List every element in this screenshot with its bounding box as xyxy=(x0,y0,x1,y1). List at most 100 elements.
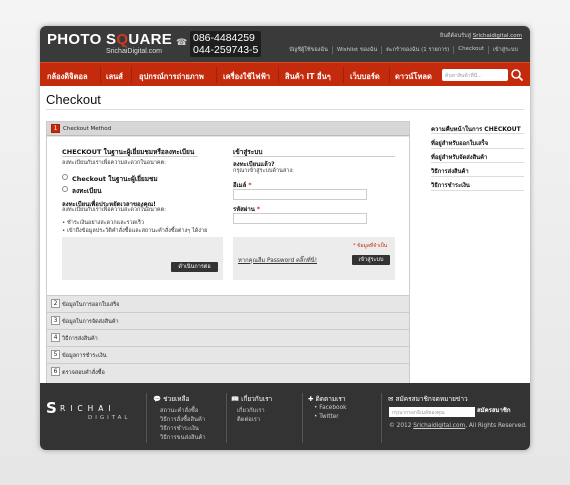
footer-logo-s: S xyxy=(46,399,57,417)
progress-item-payment: วิธีการชำระเงิน xyxy=(431,183,470,189)
footer-link-contact[interactable]: ติดต่อเรา xyxy=(237,414,260,424)
footer-link-facebook-text: Facebook xyxy=(319,405,347,411)
step-4-label: วิธีการส่งสินค้า xyxy=(62,336,98,342)
search-icon[interactable] xyxy=(510,68,524,82)
step-3-number: 3 xyxy=(51,316,60,325)
sidebar-divider xyxy=(431,148,524,149)
newsletter-email-input[interactable]: กรุณากรอกอีเมล์ของคุณ xyxy=(389,407,475,417)
logo-text-o: Q xyxy=(116,31,129,48)
footer-divider xyxy=(381,393,382,443)
forgot-password-link[interactable]: หากคุณลืม Password คลิ๊กที่นี่! xyxy=(238,255,317,265)
footer-logo-subtitle: DIGITAL xyxy=(88,415,131,421)
radio-guest-label[interactable]: Checkout ในฐานะผู้เยี่ยมชม xyxy=(72,174,158,184)
step-2-number: 2 xyxy=(51,299,60,308)
nav-divider xyxy=(131,67,132,83)
welcome-prefix: ยินดีต้อนรับสู่ xyxy=(439,33,473,39)
phone-number-1: 086-4484259 xyxy=(193,32,255,44)
step-3-label: ข้อมูลในการจัดส่งสินค้า xyxy=(62,319,119,325)
footer-follow-title-text: ติดตามเรา xyxy=(315,395,346,403)
copyright-suffix: , All Rights Reserved. xyxy=(465,423,527,429)
footer-divider xyxy=(302,393,303,443)
search-input[interactable]: ค้นหาสินค้าที่นี่... xyxy=(442,69,508,81)
phone-icon: ☎ xyxy=(176,38,188,48)
copyright: © 2012 Srichaidigital.com, All Rights Re… xyxy=(389,423,527,429)
nav-item-download[interactable]: ดาวน์โหลด xyxy=(395,71,432,83)
footer-link-twitter-text: Twitter xyxy=(319,414,339,420)
newsletter-subscribe-button[interactable]: สมัครสมาชิก xyxy=(477,405,511,415)
email-field[interactable] xyxy=(233,189,367,200)
nav-divider xyxy=(343,67,344,83)
step-3-header[interactable]: 3 ข้อมูลในการจัดส่งสินค้า xyxy=(47,312,409,328)
section-divider xyxy=(62,156,198,157)
required-star: * xyxy=(248,182,252,189)
footer-newsletter-title-text: สมัครสมาชิกจดหมายข่าว xyxy=(395,395,468,403)
progress-item-shipping-method: วิธีการส่งสินค้า xyxy=(431,169,469,175)
footer-link-twitter[interactable]: • Twitter xyxy=(314,414,339,420)
welcome-site-link[interactable]: Srichaidigital.com xyxy=(473,33,522,39)
nav-divider xyxy=(278,67,279,83)
nav-item-webboard[interactable]: เว็บบอร์ด xyxy=(350,71,380,83)
header: PHOTO SQUARE SrichaiDigital.com ☎ 086-44… xyxy=(40,26,530,62)
step-1-number: 1 xyxy=(51,124,60,133)
nav-item-lenses[interactable]: เลนส์ xyxy=(106,71,123,83)
step-4-header[interactable]: 4 วิธีการส่งสินค้า xyxy=(47,329,409,345)
sidebar-divider xyxy=(431,133,524,134)
link-cart[interactable]: ตะกร้าของฉัน (1 รายการ) xyxy=(381,46,453,54)
link-checkout[interactable]: Checkout xyxy=(453,46,488,54)
step-1-label: Checkout Method xyxy=(63,126,112,132)
page: PHOTO SQUARE SrichaiDigital.com ☎ 086-44… xyxy=(40,26,530,450)
copyright-link[interactable]: Srichaidigital.com xyxy=(413,423,465,429)
guest-register-subtitle: ลงทะเบียนกับเราเพื่อความสะดวกในอนาคต: xyxy=(62,160,167,166)
welcome-text: ยินดีต้อนรับสู่ Srichaidigital.com xyxy=(440,32,522,40)
footer: S RICHAI DIGITAL 💬 ช่วยเหลือ สถานะคำสั่ง… xyxy=(40,383,530,450)
logo-text-part2: UARE xyxy=(128,31,173,48)
radio-register-label[interactable]: ลงทะเบียน xyxy=(72,186,102,196)
step-5-label: ข้อมูลการชำระเงิน xyxy=(62,353,107,359)
nav-divider xyxy=(100,67,101,83)
step-1-header[interactable]: 1 Checkout Method xyxy=(47,122,409,136)
register-benefit-subtitle: ลงทะเบียนกับเราเพื่อความสะดวกในอนาคต: xyxy=(62,207,167,213)
footer-about-title-text: เกี่ยวกับเรา xyxy=(241,395,273,403)
footer-link-shipping[interactable]: วิธีการขนส่งสินค้า xyxy=(160,432,206,442)
info-icon: 📖 xyxy=(231,395,240,403)
radio-guest[interactable] xyxy=(62,174,68,180)
progress-item-billing: ที่อยู่สำหรับออกใบเสร็จ xyxy=(431,141,489,147)
nav-divider xyxy=(389,67,390,83)
mail-icon: ✉ xyxy=(388,395,394,403)
help-icon: 💬 xyxy=(153,395,162,403)
section-divider xyxy=(233,156,395,157)
top-links: บัญชีผู้ใช้ของฉัน Wishlist ของฉัน ตะกร้า… xyxy=(285,46,522,54)
nav-item-accessories[interactable]: อุปกรณ์การถ่ายภาพ xyxy=(139,71,204,83)
logo-subtitle: SrichaiDigital.com xyxy=(106,48,163,55)
footer-divider xyxy=(146,393,147,443)
radio-register[interactable] xyxy=(62,186,68,192)
progress-item-shipping-address: ที่อยู่สำหรับจัดส่งสินค้า xyxy=(431,155,488,161)
password-field[interactable] xyxy=(233,213,367,224)
footer-divider xyxy=(226,393,227,443)
step-6-number: 6 xyxy=(51,367,60,376)
link-wishlist[interactable]: Wishlist ของฉัน xyxy=(331,46,381,54)
step-5-number: 5 xyxy=(51,350,60,359)
checkout-steps: 1 Checkout Method CHECKOUT ในฐานะผู้เยี่… xyxy=(46,121,410,389)
benefit-bullet-2-text: เข้าถึงข้อมูลประวัติคำสั่งซื้อและสถานะคำ… xyxy=(67,228,208,234)
step-2-label: ข้อมูลในการออกใบเสร็จ xyxy=(62,302,120,308)
login-button[interactable]: เข้าสู่ระบบ xyxy=(352,255,390,265)
footer-link-facebook[interactable]: • Facebook xyxy=(314,405,347,411)
nav-item-electronics[interactable]: เครื่องใช้ไฟฟ้า xyxy=(223,71,270,83)
step-2-header[interactable]: 2 ข้อมูลในการออกใบเสร็จ xyxy=(47,295,409,311)
phone-box: 086-4484259 044-259743-5 xyxy=(190,31,262,57)
nav-item-it-products[interactable]: สินค้า IT อื่นๆ xyxy=(285,71,331,83)
continue-button[interactable]: ดำเนินการต่อ xyxy=(171,262,218,272)
benefit-bullet-1-text: ชำระเงินอย่างสะดวกและรวดเร็ว xyxy=(67,220,145,226)
footer-follow-title: ✚ ติดตามเรา xyxy=(308,394,346,404)
link-my-account[interactable]: บัญชีผู้ใช้ของฉัน xyxy=(285,46,332,54)
step-6-header[interactable]: 6 ตรวจสอบคำสั่งซื้อ xyxy=(47,363,409,379)
sidebar-divider xyxy=(431,162,524,163)
step-5-header[interactable]: 5 ข้อมูลการชำระเงิน xyxy=(47,346,409,362)
site-logo[interactable]: PHOTO SQUARE xyxy=(47,31,172,48)
step-4-number: 4 xyxy=(51,333,60,342)
logo-text-part1: PHOTO S xyxy=(47,31,117,48)
link-login[interactable]: เข้าสู่ระบบ xyxy=(488,46,522,54)
nav-item-cameras[interactable]: กล้องดิจิตอล xyxy=(47,71,88,83)
required-note: * ข้อมูลที่จำเป็น xyxy=(353,243,388,249)
